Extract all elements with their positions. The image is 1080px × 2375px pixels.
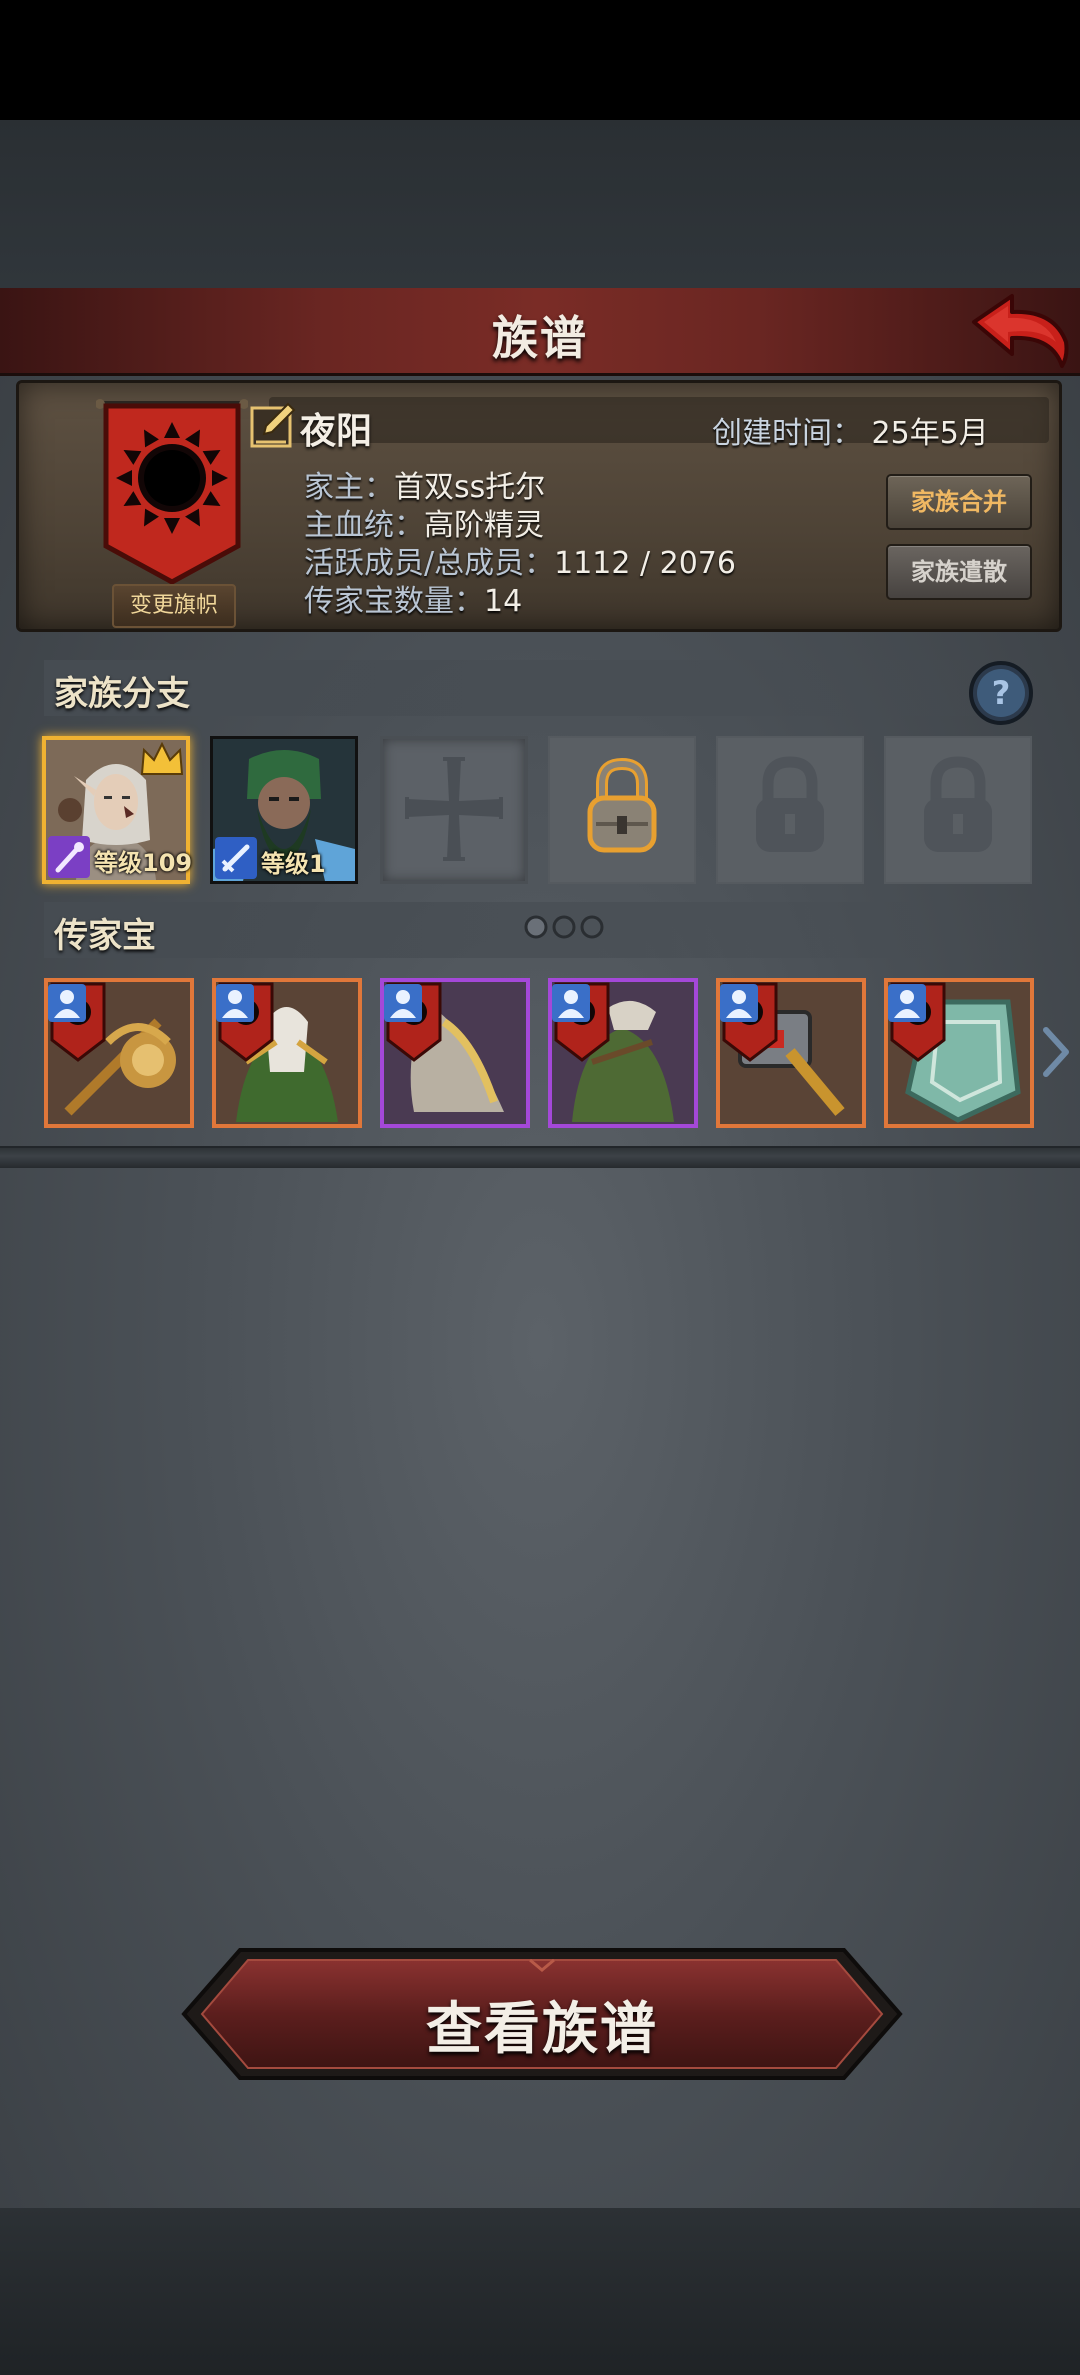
crown-icon bbox=[140, 742, 184, 775]
branch-locked-slot bbox=[716, 736, 864, 884]
view-family-tree-label: 查看族谱 bbox=[426, 1997, 658, 2062]
heirloom-item[interactable] bbox=[884, 978, 1034, 1128]
family-disband-button[interactable]: 家族遣散 bbox=[886, 544, 1032, 600]
back-arrow-icon[interactable] bbox=[968, 292, 1072, 372]
owner-person-icon bbox=[720, 984, 758, 1022]
heirloom-count-value: 14 bbox=[484, 584, 523, 619]
view-family-tree-button[interactable]: 查看族谱 bbox=[180, 1944, 904, 2084]
heirloom-item[interactable] bbox=[380, 978, 530, 1128]
branches-header: 家族分支 bbox=[44, 660, 1034, 716]
branch-member-slot[interactable]: 等级109 bbox=[42, 736, 193, 884]
owner-person-icon bbox=[552, 984, 590, 1022]
family-banner-icon bbox=[96, 399, 248, 584]
heirloom-item[interactable] bbox=[44, 978, 194, 1128]
warrior-sword-icon bbox=[215, 837, 257, 879]
edit-name-icon[interactable] bbox=[248, 398, 300, 450]
branches-title: 家族分支 bbox=[54, 674, 190, 714]
creation-date-label: 创建时间： bbox=[712, 416, 862, 451]
page-indicator[interactable] bbox=[520, 913, 610, 941]
creation-date: 创建时间： 25年5月 bbox=[712, 408, 989, 452]
branch-member-slot[interactable]: 等级1 bbox=[210, 736, 358, 884]
branch-locked-slot bbox=[884, 736, 1032, 884]
bottom-background bbox=[0, 2208, 1080, 2375]
heirloom-item[interactable] bbox=[212, 978, 362, 1128]
owner-person-icon bbox=[48, 984, 86, 1022]
heirloom-count-row: 传家宝数量：14 bbox=[304, 576, 522, 620]
svg-text:?: ? bbox=[992, 674, 1011, 712]
family-name: 夜阳 bbox=[300, 411, 373, 452]
section-divider bbox=[0, 1146, 1080, 1168]
owner-person-icon bbox=[384, 984, 422, 1022]
owner-person-icon bbox=[216, 984, 254, 1022]
members-value: 1112 / 2076 bbox=[554, 546, 736, 581]
heirloom-item[interactable] bbox=[548, 978, 698, 1128]
help-icon[interactable]: ? bbox=[968, 660, 1034, 726]
heirloom-item[interactable] bbox=[716, 978, 866, 1128]
member-level: 等级1 bbox=[261, 850, 326, 878]
title-bar: 族谱 bbox=[0, 288, 1080, 376]
branch-unlock-slot[interactable] bbox=[548, 736, 696, 884]
owner-person-icon bbox=[888, 984, 926, 1022]
change-banner-button[interactable]: 变更旗帜 bbox=[112, 584, 236, 628]
branch-add-slot[interactable] bbox=[380, 736, 528, 884]
lock-icon bbox=[924, 756, 992, 852]
lock-icon bbox=[756, 756, 824, 852]
cross-add-icon bbox=[405, 757, 503, 861]
member-level: 等级109 bbox=[94, 849, 193, 877]
next-page-arrow-icon[interactable] bbox=[1040, 1024, 1070, 1080]
top-background bbox=[0, 120, 1080, 288]
family-merge-button[interactable]: 家族合并 bbox=[886, 474, 1032, 530]
mage-staff-icon bbox=[48, 836, 90, 878]
creation-date-value: 25年5月 bbox=[871, 416, 989, 451]
heirloom-count-label: 传家宝数量： bbox=[304, 584, 484, 619]
golden-lock-icon bbox=[587, 757, 657, 853]
status-bar bbox=[0, 0, 1080, 120]
page-title: 族谱 bbox=[492, 311, 588, 365]
heirlooms-title: 传家宝 bbox=[54, 916, 156, 956]
